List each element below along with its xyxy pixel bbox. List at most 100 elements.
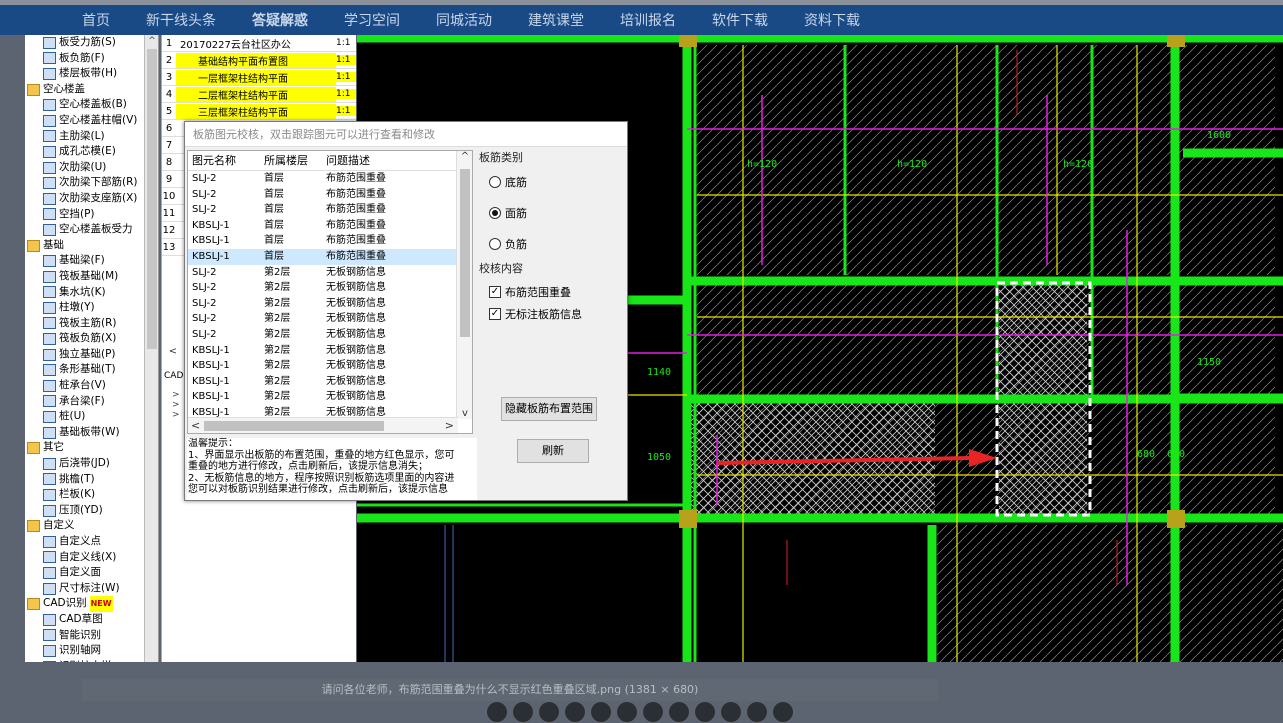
table-row[interactable]: SLJ-2 第2层 无板钢筋信息 [188, 296, 472, 312]
nav-item[interactable]: 首页 [82, 10, 110, 30]
pager-dot[interactable] [616, 701, 638, 723]
tree-item[interactable]: 次肋梁支座筋(X) [25, 191, 158, 207]
tree-item[interactable]: 空心楼盖柱帽(V) [25, 113, 158, 129]
tree-item[interactable]: 基础梁(F) [25, 253, 158, 269]
tree-item[interactable]: 板负筋(F) [25, 51, 158, 67]
col-header-floor[interactable]: 所属楼层 [260, 151, 322, 170]
tree-item[interactable]: 基础板带(W) [25, 425, 158, 441]
pager-dot[interactable] [538, 701, 560, 723]
nav-item[interactable]: 学习空间 [344, 10, 400, 30]
pager-dot[interactable] [772, 701, 794, 723]
checkbox-checked-icon[interactable]: ✓ [489, 286, 501, 298]
table-vscroll[interactable]: ^ v [456, 151, 472, 419]
tree-item[interactable]: 独立基础(P) [25, 347, 158, 363]
expand-arrows-icon[interactable]: > > > [172, 390, 180, 420]
table-row[interactable]: SLJ-2 首层 布筋范围重叠 [188, 187, 472, 203]
tree-item[interactable]: 自定义线(X) [25, 550, 158, 566]
hide-rebar-range-button[interactable]: 隐藏板筋布置范围 [501, 397, 597, 421]
nav-item[interactable]: 资料下载 [804, 10, 860, 30]
tree-item[interactable]: 空心楼盖板受力 [25, 222, 158, 238]
tree-folder[interactable]: 基础 [25, 238, 158, 254]
tree-item[interactable]: 集水坑(K) [25, 285, 158, 301]
check-content-checkbox[interactable]: ✓ 无标注板筋信息 [479, 303, 625, 325]
table-row[interactable]: KBSLJ-1 首层 布筋范围重叠 [188, 233, 472, 249]
table-hscroll[interactable]: < > [188, 417, 458, 433]
chevron-left-icon[interactable]: < [162, 345, 184, 359]
checkbox-checked-icon[interactable]: ✓ [489, 308, 501, 320]
tree-item[interactable]: 次肋梁下部筋(R) [25, 175, 158, 191]
table-row[interactable]: SLJ-2 第2层 无板钢筋信息 [188, 265, 472, 281]
table-row[interactable]: KBSLJ-1 首层 布筋范围重叠 [188, 248, 472, 265]
radio-icon[interactable] [489, 237, 501, 250]
table-row[interactable]: SLJ-2 第2层 无板钢筋信息 [188, 311, 472, 327]
radio-icon[interactable] [489, 175, 501, 188]
tree-item[interactable]: CAD草图 [25, 612, 158, 628]
nav-item[interactable]: 软件下载 [712, 10, 768, 30]
table-row[interactable]: SLJ-2 第2层 无板钢筋信息 [188, 280, 472, 296]
tree-item[interactable]: 识别柱大样 [25, 659, 158, 662]
tree-item[interactable]: 识别轴网 [25, 643, 158, 659]
drawing-row[interactable]: 4 二层框架柱结构平面 1:1 [162, 86, 356, 103]
tree-item[interactable]: 栏板(K) [25, 487, 158, 503]
tree-item[interactable]: 智能识别 [25, 628, 158, 644]
tree-item[interactable]: 自定义点 [25, 534, 158, 550]
tree-item[interactable]: 后浇带(JD) [25, 456, 158, 472]
nav-item[interactable]: 新干线头条 [146, 10, 216, 30]
tree-folder[interactable]: 空心楼盖 [25, 82, 158, 98]
table-row[interactable]: KBSLJ-1 首层 布筋范围重叠 [188, 218, 472, 234]
check-content-checkbox[interactable]: ✓ 布筋范围重叠 [479, 281, 625, 303]
chevron-up-icon[interactable]: ^ [457, 151, 472, 162]
pager-dot[interactable] [720, 701, 742, 723]
tree-folder[interactable]: 其它 [25, 440, 158, 456]
col-header-desc[interactable]: 问题描述 [322, 151, 452, 170]
nav-item[interactable]: 同城活动 [436, 10, 492, 30]
tree-item[interactable]: 筏板负筋(X) [25, 331, 158, 347]
tree-item[interactable]: 桩承台(V) [25, 378, 158, 394]
nav-item[interactable]: 建筑课堂 [528, 10, 584, 30]
rebar-type-radio[interactable]: 负筋 [479, 228, 625, 259]
refresh-button[interactable]: 刷新 [517, 439, 589, 463]
tree-item[interactable]: 空心楼盖板(B) [25, 97, 158, 113]
tree-item[interactable]: 板受力筋(S) [25, 35, 158, 51]
table-row[interactable]: KBSLJ-1 第2层 无板钢筋信息 [188, 358, 472, 374]
rebar-type-radio[interactable]: 面筋 [479, 197, 625, 228]
tree-item[interactable]: 空挡(P) [25, 207, 158, 223]
pager-dot[interactable] [512, 701, 534, 723]
tree-item[interactable]: 成孔芯模(E) [25, 144, 158, 160]
table-row[interactable]: SLJ-2 首层 布筋范围重叠 [188, 171, 472, 187]
tree-item[interactable]: 筏板基础(M) [25, 269, 158, 285]
tree-item[interactable]: 压顶(YD) [25, 503, 158, 519]
pager-dot[interactable] [642, 701, 664, 723]
table-vscroll-thumb[interactable] [460, 169, 470, 337]
tree-scroll-thumb[interactable] [147, 49, 157, 349]
tree-folder[interactable]: CAD识别 NEW [25, 596, 158, 612]
tree-item[interactable]: 柱墩(Y) [25, 300, 158, 316]
tree-item[interactable]: 尺寸标注(W) [25, 581, 158, 597]
chevron-left-icon[interactable]: < [191, 419, 200, 432]
table-hscroll-thumb[interactable] [204, 421, 384, 431]
tree-item[interactable]: 筏板主筋(R) [25, 316, 158, 332]
tree-scrollbar[interactable]: ^ [144, 35, 158, 662]
radio-icon[interactable] [489, 206, 501, 219]
scroll-up-icon[interactable]: ^ [145, 35, 159, 47]
drawing-row[interactable]: 5 三层框架柱结构平面 1:1 [162, 103, 356, 120]
pager-dot[interactable] [486, 701, 508, 723]
rebar-type-radio[interactable]: 底筋 [479, 166, 625, 197]
pager-dot[interactable] [668, 701, 690, 723]
tree-item[interactable]: 自定义面 [25, 565, 158, 581]
tree-item[interactable]: 挑檐(T) [25, 472, 158, 488]
table-row[interactable]: SLJ-2 第2层 无板钢筋信息 [188, 327, 472, 343]
tree-item[interactable]: 主肋梁(L) [25, 129, 158, 145]
tree-item[interactable]: 条形基础(T) [25, 362, 158, 378]
drawing-row[interactable]: 1 20170227云台社区办公 1:1 [162, 35, 356, 52]
pager-dot[interactable] [694, 701, 716, 723]
table-row[interactable]: KBSLJ-1 第2层 无板钢筋信息 [188, 389, 472, 405]
tree-item[interactable]: 承台梁(F) [25, 394, 158, 410]
pager-dot[interactable] [564, 701, 586, 723]
pager-dot[interactable] [590, 701, 612, 723]
table-row[interactable]: SLJ-2 首层 布筋范围重叠 [188, 202, 472, 218]
tree-item[interactable]: 次肋梁(U) [25, 160, 158, 176]
chevron-down-icon[interactable]: v [457, 408, 472, 419]
chevron-right-icon[interactable]: > [445, 419, 454, 432]
tree-item[interactable]: 楼层板带(H) [25, 66, 158, 82]
